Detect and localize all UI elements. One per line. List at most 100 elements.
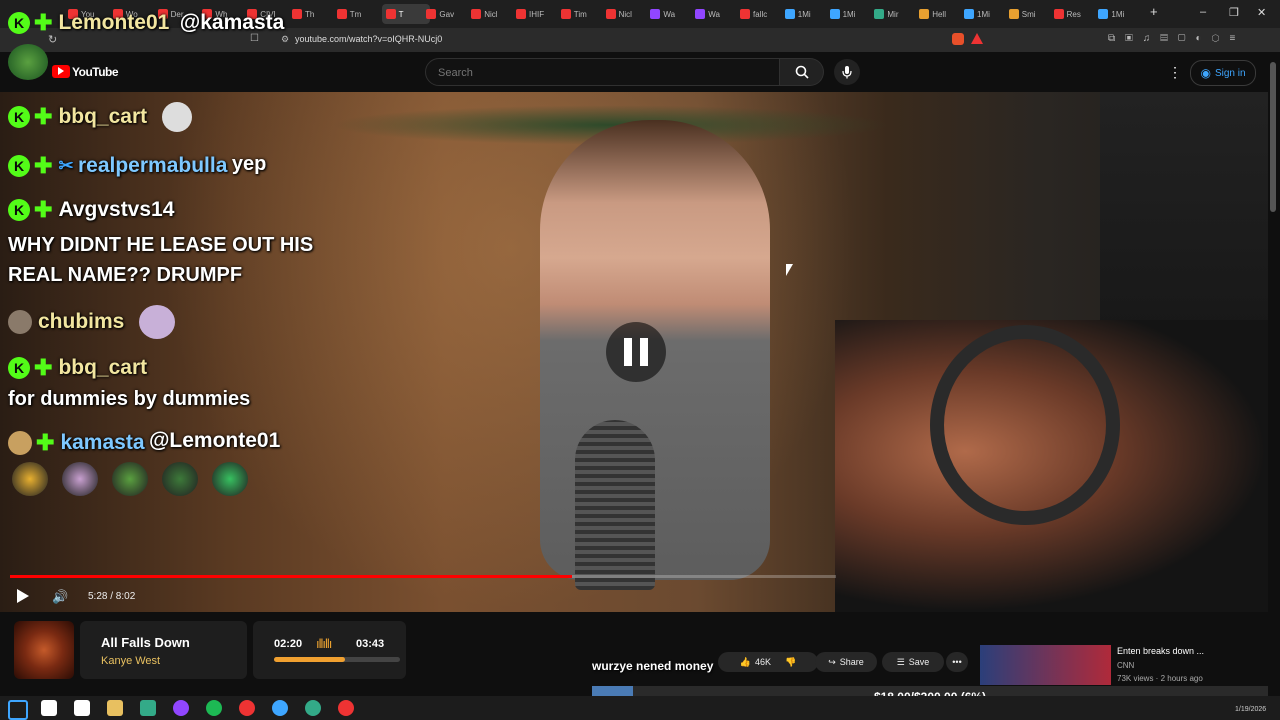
chat-text: WHY DIDNT HE LEASE OUT HIS REAL NAME?? D…	[8, 234, 314, 286]
tab-favicon-icon	[605, 9, 616, 19]
save-label: Save	[908, 657, 930, 667]
browser-tab[interactable]: Wa	[695, 4, 735, 24]
taskbar-app-icon[interactable]	[305, 700, 321, 716]
kick-badge-icon: K	[8, 155, 30, 177]
chat-emote-icon	[112, 462, 148, 496]
share-button[interactable]: ↪ Share	[815, 652, 877, 672]
now-playing-box	[80, 621, 247, 679]
tab-label: Smi	[1021, 9, 1036, 19]
browser-tab[interactable]: Mir	[874, 4, 914, 24]
tab-favicon-icon	[426, 9, 437, 19]
browser-tab[interactable]: 1Mi	[964, 4, 1004, 24]
browser-tab[interactable]: Hell	[919, 4, 959, 24]
sword-badge-icon: ✂	[58, 155, 74, 176]
tab-label: fallc	[753, 9, 768, 19]
maximize-button[interactable]: ❐	[1229, 6, 1239, 19]
scrollbar-thumb[interactable]	[1270, 62, 1276, 212]
save-button[interactable]: ☰ Save	[882, 652, 944, 672]
browser-tab[interactable]: Th	[292, 4, 332, 24]
brave-shield-icon[interactable]	[952, 33, 964, 45]
tab-label: Wa	[708, 9, 720, 19]
taskbar-app-icon[interactable]	[74, 700, 90, 716]
recommended-title[interactable]: Enten breaks down ...	[1117, 646, 1204, 656]
taskbar-clock: 1/19/2026	[1235, 706, 1267, 713]
video-progress-bar[interactable]	[10, 575, 836, 578]
tab-favicon-icon	[385, 9, 396, 19]
play-icon[interactable]	[17, 589, 29, 603]
tab-label: Hell	[932, 9, 946, 19]
taskbar-app-icon[interactable]	[173, 700, 189, 716]
more-horizontal-icon: •••	[952, 657, 962, 667]
url-field[interactable]: youtube.com/watch?v=oIQHR-NUcj0	[295, 34, 442, 44]
waveform-icon: ıllıllı	[316, 636, 332, 651]
brave-rewards-icon[interactable]	[971, 33, 983, 44]
account-icon: ◉	[1200, 66, 1211, 80]
plus-badge-icon: ✚	[34, 153, 53, 178]
song-artist: Kanye West	[101, 655, 161, 667]
browser-tab[interactable]: Wa	[650, 4, 690, 24]
browser-tab[interactable]: Gav	[426, 4, 466, 24]
chat-username: bbq_cart	[58, 356, 148, 379]
taskbar-app-icon[interactable]	[41, 700, 57, 716]
taskbar-app-icon[interactable]	[107, 700, 123, 716]
kick-badge-icon: K	[8, 357, 30, 379]
plus-badge-icon: ✚	[36, 429, 55, 455]
browser-tab[interactable]: Nicl	[471, 4, 511, 24]
volume-icon[interactable]: 🔊	[52, 589, 68, 605]
tab-favicon-icon	[964, 9, 974, 19]
song-elapsed: 02:20	[274, 638, 303, 650]
browser-tab[interactable]: Nicl	[605, 4, 646, 24]
dislike-icon[interactable]: 👎	[785, 657, 796, 668]
video-microphone	[575, 420, 655, 590]
extensions-icon[interactable]: ⧉▣♫▤▢◐⬡≡	[1108, 33, 1245, 44]
ghost-emote-icon	[161, 102, 192, 132]
browser-tab[interactable]: Res	[1053, 4, 1094, 24]
browser-tab[interactable]: fallc	[740, 4, 780, 24]
search-box[interactable]	[425, 58, 780, 86]
voice-search-button[interactable]	[834, 59, 860, 85]
recommended-thumbnail[interactable]	[980, 645, 1111, 685]
taskbar-app-icon[interactable]	[239, 700, 255, 716]
taskbar-app-icon[interactable]	[338, 700, 354, 716]
browser-tab[interactable]: Smi	[1008, 4, 1049, 24]
like-icon[interactable]: 👍	[740, 657, 751, 668]
page-scrollbar[interactable]	[1268, 52, 1280, 696]
browser-tab[interactable]: 1Mi	[1098, 4, 1138, 24]
browser-tab[interactable]: IHIF	[516, 4, 556, 24]
minimize-button[interactable]: –	[1200, 6, 1206, 18]
more-options-icon[interactable]: ⋮	[1168, 64, 1182, 81]
browser-tab[interactable]: 1Mi	[829, 4, 870, 24]
like-count[interactable]: 46K	[755, 657, 771, 667]
tab-label: 1Mi	[842, 9, 856, 19]
new-tab-button[interactable]: +	[1150, 4, 1158, 19]
mouse-cursor-icon	[786, 264, 793, 276]
windows-start-icon[interactable]	[8, 700, 28, 720]
share-label: Share	[839, 657, 864, 667]
kick-badge-icon: K	[8, 12, 30, 34]
browser-tab[interactable]: T	[381, 4, 430, 24]
browser-tab[interactable]: Tim	[560, 4, 601, 24]
close-window-button[interactable]: ✕	[1257, 6, 1266, 19]
sign-in-button[interactable]: ◉ Sign in	[1190, 60, 1256, 86]
chat-message: K ✚ bbq_cart	[8, 355, 147, 381]
taskbar-app-icon[interactable]	[206, 700, 222, 716]
more-actions-button[interactable]: •••	[946, 652, 968, 672]
tab-label: Wa	[663, 9, 676, 19]
search-button[interactable]	[780, 58, 824, 86]
taskbar-app-icon[interactable]	[272, 700, 288, 716]
chat-emote-icon	[212, 462, 248, 496]
recommended-channel[interactable]: CNN	[1117, 661, 1134, 670]
search-input[interactable]	[436, 66, 740, 80]
pause-icon[interactable]	[606, 322, 666, 382]
tab-favicon-icon	[784, 9, 795, 19]
browser-tab[interactable]: 1Mi	[784, 4, 825, 24]
browser-tab[interactable]: Tm	[336, 4, 377, 24]
search-icon	[795, 65, 809, 79]
song-total: 03:43	[356, 638, 385, 650]
plus-badge-icon: ✚	[34, 104, 53, 129]
kick-badge-icon: K	[8, 106, 30, 128]
tab-favicon-icon	[650, 9, 661, 19]
youtube-logo-text[interactable]: YouTube	[72, 65, 119, 79]
song-title: All Falls Down	[101, 635, 190, 650]
taskbar-app-icon[interactable]	[140, 700, 156, 716]
